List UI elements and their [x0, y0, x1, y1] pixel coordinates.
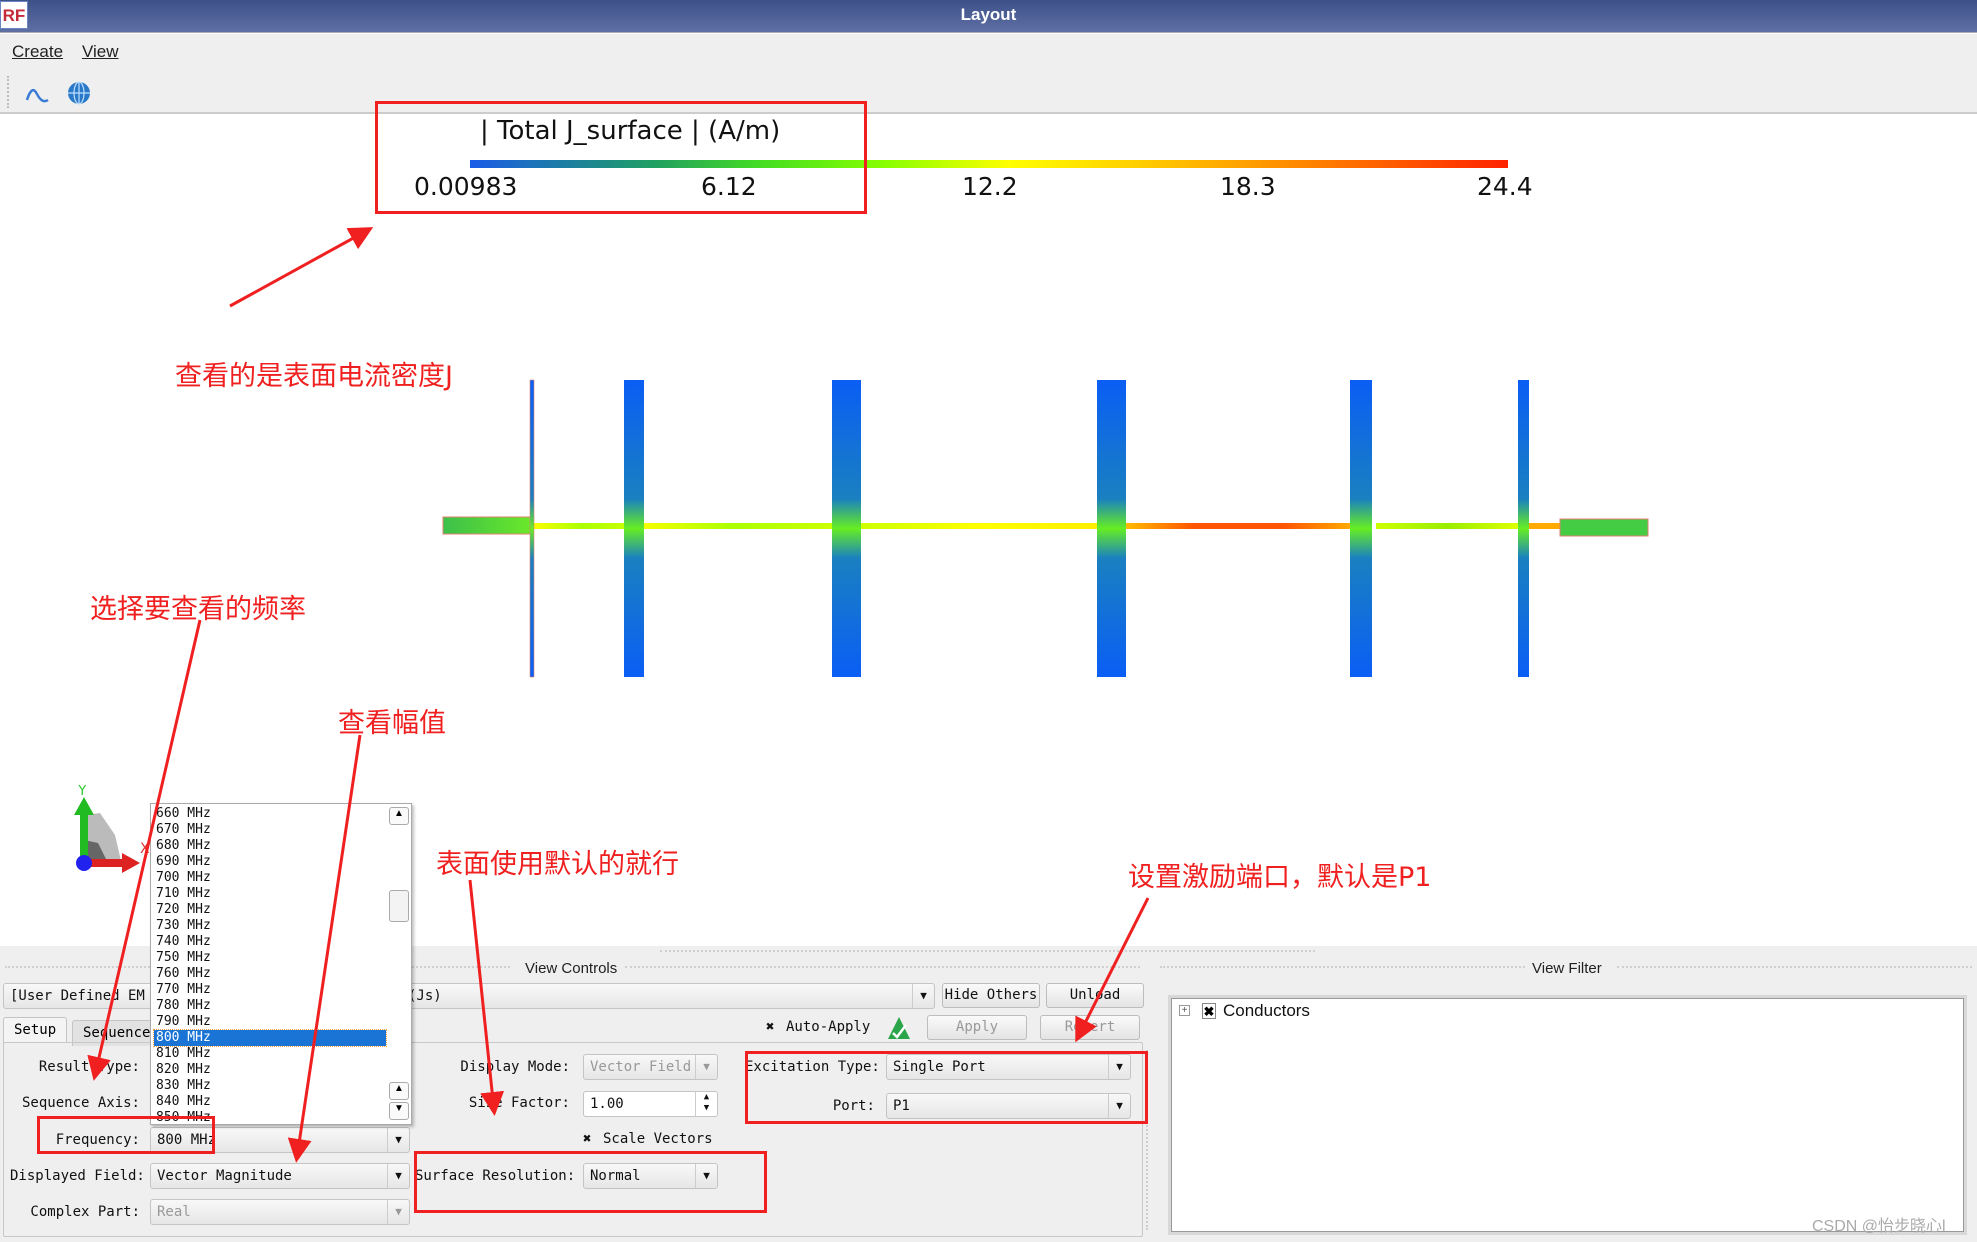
- size-factor-label: Size Factor:: [468, 1095, 570, 1111]
- result-type-label: Result Type:: [38, 1059, 140, 1075]
- expand-icon[interactable]: +: [1179, 1005, 1190, 1016]
- dropdown-option[interactable]: 720 MHz: [154, 902, 386, 918]
- antenna-element: [1350, 380, 1372, 677]
- sequence-axis-label: Sequence Axis:: [21, 1095, 140, 1111]
- boom-segment: [1126, 523, 1351, 529]
- antenna-element: [832, 380, 861, 677]
- dropdown-option[interactable]: 820 MHz: [154, 1062, 386, 1078]
- dropdown-option[interactable]: 750 MHz: [154, 950, 386, 966]
- dropdown-option[interactable]: 800 MHz: [153, 1029, 387, 1047]
- chevron-down-icon: ▼: [387, 1164, 409, 1188]
- dropdown-option[interactable]: 740 MHz: [154, 934, 386, 950]
- chevron-down-icon: ▼: [912, 984, 934, 1008]
- tree-item-conductors[interactable]: Conductors: [1223, 1001, 1310, 1021]
- dataset-suffix: (Js): [408, 988, 442, 1004]
- dropdown-option[interactable]: 670 MHz: [154, 822, 386, 838]
- size-factor-spinbox[interactable]: 1.00 ▲ ▼: [583, 1091, 718, 1117]
- dropdown-option[interactable]: 840 MHz: [154, 1094, 386, 1110]
- dropdown-option[interactable]: 660 MHz: [154, 806, 386, 822]
- scroll-up-icon[interactable]: ▲: [389, 807, 409, 825]
- revert-button[interactable]: Revert: [1040, 1015, 1140, 1040]
- display-mode-select[interactable]: Vector Field ▼: [583, 1054, 718, 1080]
- antenna-element: [1097, 380, 1126, 677]
- size-factor-value: 1.00: [590, 1096, 624, 1112]
- apply-status-icon: [888, 1017, 910, 1039]
- dropdown-option[interactable]: 780 MHz: [154, 998, 386, 1014]
- display-mode-value: Vector Field: [590, 1059, 692, 1075]
- checkbox-checked-icon: ✖: [766, 1019, 775, 1035]
- chevron-down-icon: ▼: [387, 1200, 409, 1224]
- dataset-prefix: [User Defined EM A: [10, 988, 162, 1004]
- displayed-field-label: Displayed Field:: [10, 1168, 145, 1184]
- complex-part-value: Real: [157, 1204, 191, 1220]
- panel-splitter: [660, 950, 1315, 954]
- antenna-element: [529, 379, 535, 678]
- conductors-checkbox[interactable]: ✖: [1202, 1003, 1216, 1019]
- annotation-box-excitation: [745, 1051, 1148, 1124]
- annotation-excitation-port: 设置激励端口，默认是P1: [1128, 862, 1432, 893]
- boom-segment: [531, 523, 633, 529]
- apply-button[interactable]: Apply: [927, 1015, 1027, 1040]
- axis-y-label: Y: [77, 785, 87, 799]
- scroll-up-icon[interactable]: ▲: [389, 1082, 409, 1100]
- dropdown-option[interactable]: 790 MHz: [154, 1014, 386, 1030]
- annotation-surface-default: 表面使用默认的就行: [436, 849, 679, 880]
- scroll-down-icon[interactable]: ▼: [389, 1102, 409, 1120]
- displayed-field-select[interactable]: Vector Magnitude ▼: [150, 1163, 410, 1189]
- scale-vectors-label: Scale Vectors: [603, 1131, 713, 1147]
- boom-segment: [1376, 523, 1518, 529]
- scrollbar-thumb[interactable]: [389, 890, 409, 922]
- view-filter-title: View Filter: [1532, 960, 1602, 977]
- annotation-box-frequency: [37, 1116, 215, 1154]
- annotation-box-surface: [414, 1151, 767, 1213]
- feed-line-right: [1559, 518, 1649, 537]
- dropdown-option[interactable]: 680 MHz: [154, 838, 386, 854]
- boom-segment: [861, 523, 1097, 529]
- displayed-field-value: Vector Magnitude: [157, 1168, 292, 1184]
- display-mode-label: Display Mode:: [460, 1059, 570, 1075]
- complex-part-label: Complex Part:: [30, 1204, 140, 1220]
- antenna-element: [624, 380, 644, 677]
- dropdown-option[interactable]: 810 MHz: [154, 1046, 386, 1062]
- panel-header-line: [625, 966, 1140, 970]
- dropdown-option[interactable]: 710 MHz: [154, 886, 386, 902]
- annotation-view-magnitude: 查看幅值: [338, 708, 446, 739]
- panel-header-line: [1160, 966, 1525, 970]
- annotation-box-legend: [375, 101, 867, 214]
- tab-setup[interactable]: Setup: [3, 1017, 68, 1043]
- complex-part-select[interactable]: Real ▼: [150, 1199, 410, 1225]
- boom-segment: [633, 523, 833, 529]
- view-controls-title: View Controls: [525, 960, 618, 977]
- chevron-down-icon: ▼: [387, 1128, 409, 1152]
- dropdown-option[interactable]: 770 MHz: [154, 982, 386, 998]
- antenna-element: [1518, 380, 1529, 677]
- unload-button[interactable]: Unload: [1046, 983, 1144, 1008]
- dropdown-option[interactable]: 760 MHz: [154, 966, 386, 982]
- dropdown-option[interactable]: 700 MHz: [154, 870, 386, 886]
- axis-triad: Y X: [74, 785, 150, 873]
- scale-vectors-checkbox[interactable]: ✖ Scale Vectors: [583, 1131, 713, 1147]
- dropdown-option[interactable]: 730 MHz: [154, 918, 386, 934]
- hide-others-button[interactable]: Hide Others: [942, 983, 1040, 1008]
- frequency-dropdown-list[interactable]: 660 MHz 670 MHz 680 MHz 690 MHz 700 MHz 710 M…: [150, 803, 412, 1125]
- annotation-select-frequency: 选择要查看的频率: [90, 594, 306, 625]
- checkbox-checked-icon: ✖: [583, 1131, 592, 1147]
- axis-x-label: X: [140, 841, 150, 857]
- spin-arrows-icon[interactable]: ▲ ▼: [695, 1092, 717, 1116]
- auto-apply-label: Auto-Apply: [786, 1019, 871, 1035]
- dropdown-option[interactable]: 690 MHz: [154, 854, 386, 870]
- view-filter-tree[interactable]: + ✖ Conductors: [1168, 995, 1967, 1235]
- panel-header-line: [1617, 966, 1972, 970]
- dataset-select[interactable]: [User Defined EM A (Js) ▼: [3, 983, 935, 1009]
- boom-segment: [1528, 523, 1560, 529]
- annotation-surface-current: 查看的是表面电流密度J: [175, 361, 453, 392]
- chevron-down-icon: ▼: [695, 1055, 717, 1079]
- feed-line-left: [442, 516, 532, 535]
- dropdown-option[interactable]: 830 MHz: [154, 1078, 386, 1094]
- auto-apply-checkbox[interactable]: ✖ Auto-Apply: [766, 1019, 870, 1035]
- watermark: CSDN @怡步晓心l: [1812, 1218, 1946, 1235]
